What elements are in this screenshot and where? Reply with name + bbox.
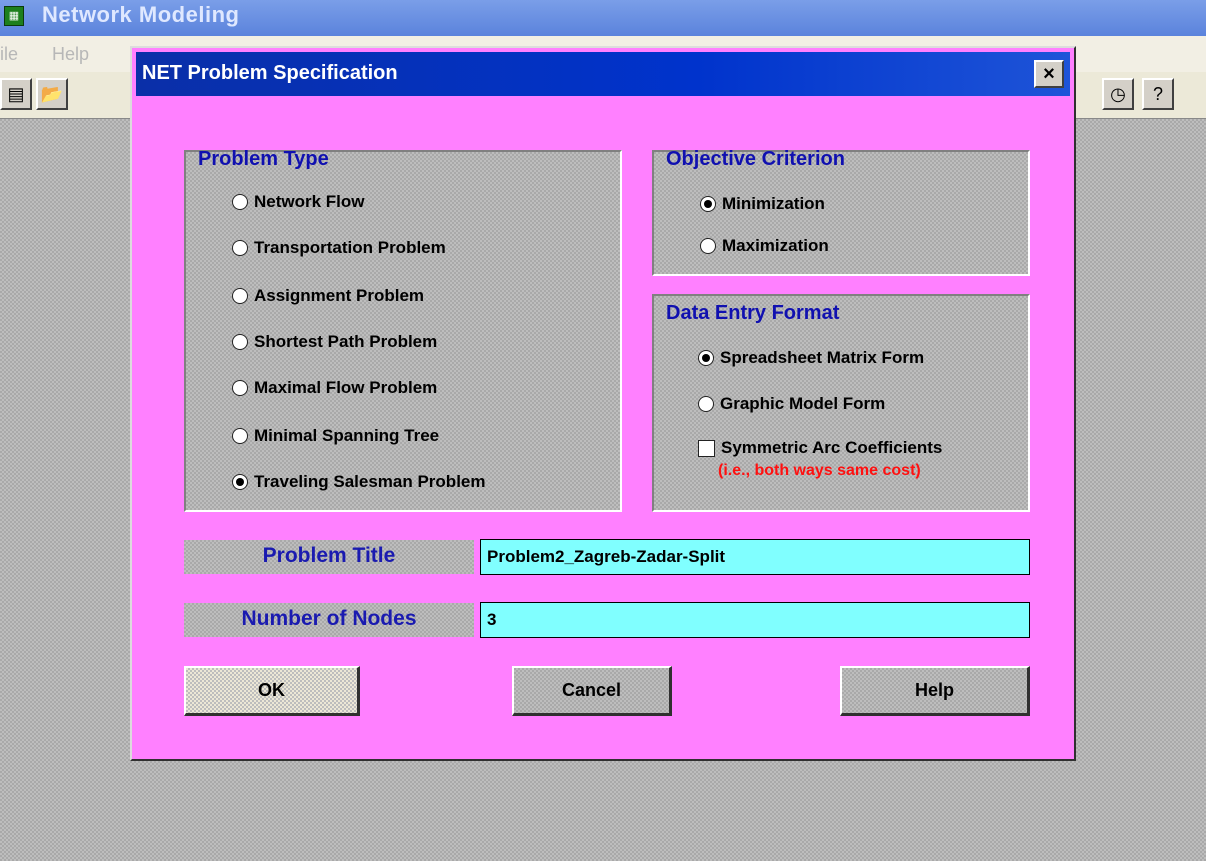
app-titlebar: ▦ Network Modeling	[0, 0, 1206, 36]
option-maximization[interactable]: Maximization	[700, 236, 829, 256]
option-label: Spreadsheet Matrix Form	[720, 348, 925, 367]
problem-type-title: Problem Type	[198, 148, 329, 170]
close-button[interactable]: ×	[1034, 60, 1064, 88]
option-assignment[interactable]: Assignment Problem	[232, 286, 424, 306]
menu-file[interactable]: ile	[0, 44, 18, 65]
option-label: Maximization	[722, 236, 829, 255]
radio-icon[interactable]	[232, 380, 248, 396]
option-label: Minimal Spanning Tree	[254, 426, 440, 445]
dialog-titlebar[interactable]: NET Problem Specification ×	[136, 52, 1070, 96]
radio-selected-icon[interactable]	[700, 196, 716, 212]
problem-type-group: Problem Type Network Flow Transportation…	[184, 148, 622, 512]
radio-icon[interactable]	[232, 428, 248, 444]
radio-selected-icon[interactable]	[232, 474, 248, 490]
option-label: Maximal Flow Problem	[254, 378, 438, 397]
number-of-nodes-label: Number of Nodes	[184, 603, 474, 637]
new-icon[interactable]: ▤	[0, 78, 32, 110]
open-icon[interactable]: 📂	[36, 78, 68, 110]
help-icon[interactable]: ?	[1142, 78, 1174, 110]
option-label: Traveling Salesman Problem	[254, 472, 486, 491]
number-of-nodes-input[interactable]: 3	[480, 602, 1030, 638]
option-minimization[interactable]: Minimization	[700, 194, 825, 214]
option-label: Shortest Path Problem	[254, 332, 438, 351]
dialog-title: NET Problem Specification	[142, 62, 398, 84]
problem-title-label: Problem Title	[184, 540, 474, 574]
symmetric-arc-checkbox[interactable]: Symmetric Arc Coefficients	[698, 438, 942, 458]
net-problem-dialog: NET Problem Specification × Problem Type…	[130, 46, 1076, 761]
data-entry-format-title: Data Entry Format	[666, 302, 840, 324]
cancel-button[interactable]: Cancel	[512, 666, 672, 716]
checkbox-icon[interactable]	[698, 439, 715, 457]
app-icon: ▦	[4, 6, 24, 26]
radio-icon[interactable]	[700, 238, 716, 254]
objective-criterion-title: Objective Criterion	[666, 148, 845, 170]
symmetric-note: (i.e., both ways same cost)	[718, 462, 921, 479]
option-graphic-model[interactable]: Graphic Model Form	[698, 394, 885, 414]
option-label: Graphic Model Form	[720, 394, 886, 413]
close-icon: ×	[1043, 63, 1055, 85]
radio-selected-icon[interactable]	[698, 350, 714, 366]
option-transportation[interactable]: Transportation Problem	[232, 238, 446, 258]
option-spreadsheet-matrix[interactable]: Spreadsheet Matrix Form	[698, 348, 924, 368]
checkbox-label: Symmetric Arc Coefficients	[721, 438, 943, 457]
option-label: Transportation Problem	[254, 238, 446, 257]
ok-button[interactable]: OK	[184, 666, 360, 716]
clock-icon[interactable]: ◷	[1102, 78, 1134, 110]
option-label: Minimization	[722, 194, 825, 213]
radio-icon[interactable]	[232, 334, 248, 350]
radio-icon[interactable]	[232, 194, 248, 210]
app-title: Network Modeling	[42, 2, 240, 27]
radio-icon[interactable]	[232, 240, 248, 256]
radio-icon[interactable]	[698, 396, 714, 412]
option-minimal-spanning-tree[interactable]: Minimal Spanning Tree	[232, 426, 439, 446]
problem-title-input[interactable]: Problem2_Zagreb-Zadar-Split	[480, 539, 1030, 575]
objective-criterion-group: Objective Criterion Minimization Maximiz…	[652, 148, 1030, 276]
help-button[interactable]: Help	[840, 666, 1030, 716]
radio-icon[interactable]	[232, 288, 248, 304]
option-shortest-path[interactable]: Shortest Path Problem	[232, 332, 437, 352]
option-network-flow[interactable]: Network Flow	[232, 192, 365, 212]
menu-help[interactable]: Help	[52, 44, 89, 65]
option-traveling-salesman[interactable]: Traveling Salesman Problem	[232, 472, 485, 492]
option-label: Assignment Problem	[254, 286, 425, 305]
data-entry-format-group: Data Entry Format Spreadsheet Matrix For…	[652, 294, 1030, 512]
option-label: Network Flow	[254, 192, 365, 211]
option-maximal-flow[interactable]: Maximal Flow Problem	[232, 378, 437, 398]
